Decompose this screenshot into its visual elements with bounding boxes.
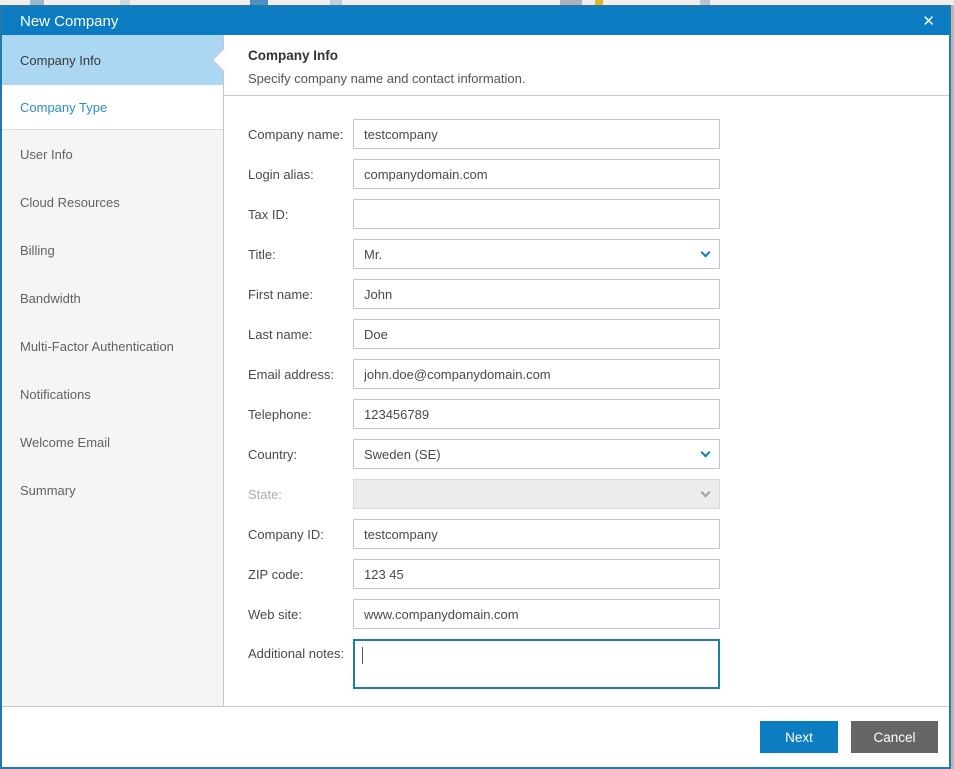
country-select[interactable]: Sweden (SE) xyxy=(353,439,720,469)
form-row: Country: Sweden (SE) xyxy=(248,439,949,469)
web-site-input[interactable] xyxy=(353,599,720,629)
new-company-dialog: New Company ✕ Company Info Company Type … xyxy=(0,5,951,769)
form-row: Additional notes: xyxy=(248,639,949,689)
cancel-button[interactable]: Cancel xyxy=(851,721,938,753)
form-row: Company name: xyxy=(248,119,949,149)
step-notifications: Notifications xyxy=(20,386,91,402)
form-row: Email address: xyxy=(248,359,949,389)
form-row: Login alias: xyxy=(248,159,949,189)
company-id-label: Company ID: xyxy=(248,526,324,542)
form-row: Title: Mr. xyxy=(248,239,949,269)
additional-notes-textarea[interactable] xyxy=(353,639,720,689)
login-alias-input[interactable] xyxy=(353,159,720,189)
state-label: State: xyxy=(248,486,282,502)
web-site-label: Web site: xyxy=(248,606,302,622)
tax-id-label: Tax ID: xyxy=(248,206,289,222)
company-name-label: Company name: xyxy=(248,126,344,142)
country-label: Country: xyxy=(248,446,298,462)
title-select[interactable]: Mr. xyxy=(353,239,720,269)
first-name-input[interactable] xyxy=(353,279,720,309)
first-name-label: First name: xyxy=(248,286,314,302)
step-content-panel: Company Info Specify company name and co… xyxy=(224,35,949,706)
title-label: Title: xyxy=(248,246,276,262)
login-alias-label: Login alias: xyxy=(248,166,314,182)
step-company-type[interactable]: Company Type xyxy=(2,85,223,130)
additional-notes-label: Additional notes: xyxy=(248,646,345,661)
last-name-input[interactable] xyxy=(353,319,720,349)
zip-code-label: ZIP code: xyxy=(248,566,304,582)
form-row: Telephone: xyxy=(248,399,949,429)
email-address-label: Email address: xyxy=(248,366,334,382)
step-user-info: User Info xyxy=(20,146,73,162)
last-name-label: Last name: xyxy=(248,326,313,342)
chevron-down-icon xyxy=(700,247,711,257)
chevron-down-icon xyxy=(700,447,711,457)
page-subtitle: Specify company name and contact informa… xyxy=(248,71,526,86)
country-select-value: Sweden (SE) xyxy=(364,446,441,462)
state-select xyxy=(353,479,720,509)
dialog-titlebar: New Company ✕ xyxy=(2,7,949,35)
wizard-step-list: Company Info Company Type User Info Clou… xyxy=(2,35,237,706)
telephone-label: Telephone: xyxy=(248,406,312,422)
page-title: Company Info xyxy=(248,48,338,63)
telephone-input[interactable] xyxy=(353,399,720,429)
dialog-title: New Company xyxy=(20,12,119,30)
next-button[interactable]: Next xyxy=(760,721,838,753)
zip-code-input[interactable] xyxy=(353,559,720,589)
step-company-info[interactable]: Company Info xyxy=(2,35,237,85)
title-select-value: Mr. xyxy=(364,246,383,262)
company-name-input[interactable] xyxy=(353,119,720,149)
form-row: ZIP code: xyxy=(248,559,949,589)
step-cloud-resources: Cloud Resources xyxy=(20,194,120,210)
form-row: Web site: xyxy=(248,599,949,629)
form-row: Last name: xyxy=(248,319,949,349)
form-row: First name: xyxy=(248,279,949,309)
chevron-down-icon xyxy=(700,487,711,497)
email-address-input[interactable] xyxy=(353,359,720,389)
step-summary: Summary xyxy=(20,482,76,498)
form-row: State: xyxy=(248,479,949,509)
step-label: Company Info xyxy=(20,52,101,68)
step-multi-factor-authentication: Multi-Factor Authentication xyxy=(20,338,174,354)
form-row: Tax ID: xyxy=(248,199,949,229)
tax-id-input[interactable] xyxy=(353,199,720,229)
company-id-input[interactable] xyxy=(353,519,720,549)
text-cursor xyxy=(362,647,363,664)
content-header: Company Info Specify company name and co… xyxy=(224,35,949,96)
form-row: Company ID: xyxy=(248,519,949,549)
close-icon[interactable]: ✕ xyxy=(922,14,935,29)
step-welcome-email: Welcome Email xyxy=(20,434,111,450)
step-label: Company Type xyxy=(20,99,108,115)
dialog-footer: Next Cancel xyxy=(2,706,949,767)
step-bandwidth: Bandwidth xyxy=(20,290,81,306)
company-info-form: Company name: Login alias: Tax ID: Title… xyxy=(224,96,949,699)
step-billing: Billing xyxy=(20,242,55,258)
future-steps-block: User Info Cloud Resources Billing Bandwi… xyxy=(2,130,223,706)
